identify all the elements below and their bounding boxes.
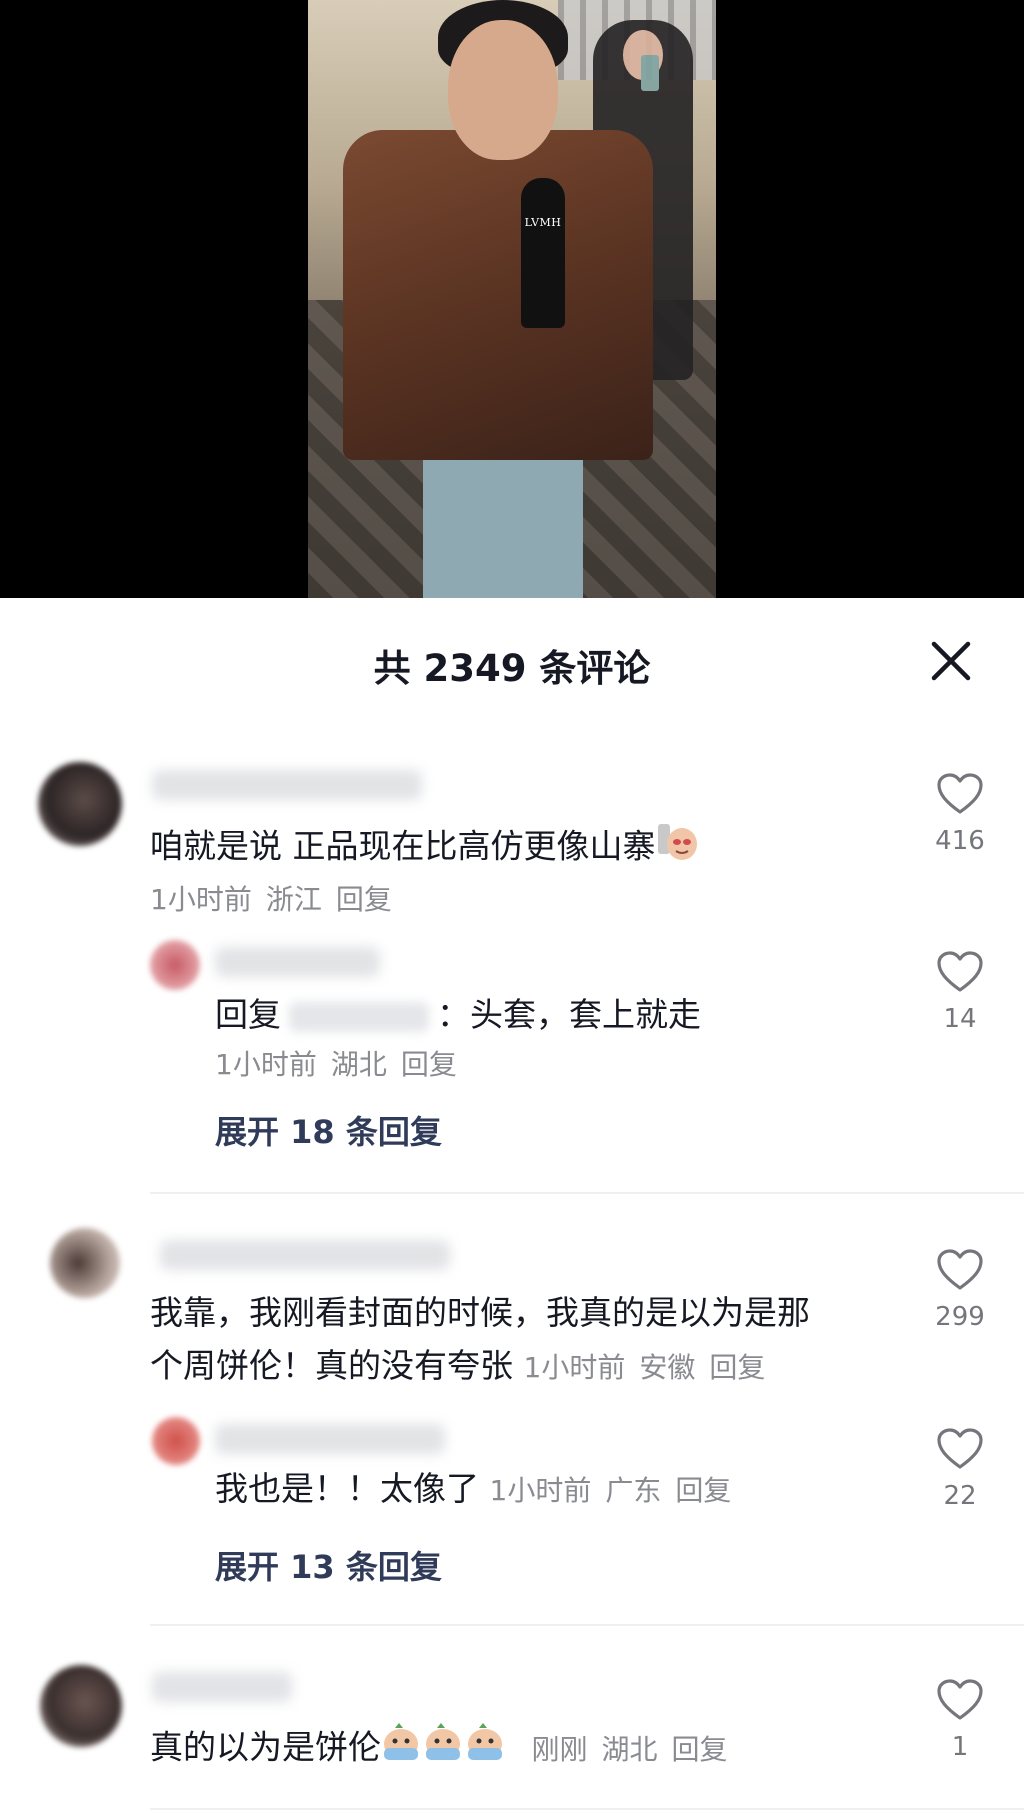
username-blurred[interactable] — [215, 947, 380, 977]
like-count: 22 — [943, 1481, 977, 1511]
reply-text: 回复 ：头套，套上就走 — [215, 990, 701, 1040]
like-count: 299 — [935, 1302, 985, 1332]
reply-link[interactable]: 回复 — [672, 1733, 728, 1766]
microphone: LVMH — [521, 178, 565, 328]
comment-body-line1: 我靠，我刚看封面的时候，我真的是以为是那 — [150, 1293, 810, 1332]
expand-replies-button[interactable]: 展开 18 条回复 — [215, 1107, 442, 1153]
heart-icon[interactable] — [936, 1678, 984, 1722]
like-count: 1 — [951, 1732, 969, 1762]
speaker-figure: LVMH — [343, 0, 653, 598]
reply-meta: 1小时前 广东 回复 — [490, 1474, 746, 1507]
username-blurred[interactable] — [160, 1240, 450, 1270]
like-count: 14 — [943, 1004, 977, 1034]
replied-username-blurred[interactable] — [289, 1001, 429, 1032]
heart-icon[interactable] — [936, 1248, 984, 1292]
username-blurred[interactable] — [152, 1672, 292, 1702]
sly-face-emoji — [656, 820, 698, 876]
comment-divider — [150, 1808, 1024, 1810]
reply-time: 1小时前 — [489, 1474, 592, 1507]
comment-time: 刚刚 — [531, 1732, 588, 1766]
reply-location: 湖北 — [330, 1048, 387, 1081]
like-button[interactable]: 1 — [930, 1678, 990, 1762]
video-player[interactable]: LVMH — [0, 0, 1024, 598]
reply-link[interactable]: 回复 — [401, 1048, 457, 1081]
comment-meta: 1小时前 浙江 回复 — [150, 878, 406, 918]
reply-body: 我也是！！太像了 — [215, 1469, 479, 1508]
video-frame: LVMH — [308, 0, 716, 598]
comments-count-title: 共 2349 条评论 — [373, 647, 651, 690]
like-button[interactable]: 299 — [930, 1248, 990, 1332]
reply-text: 我也是！！太像了 1小时前 广东 回复 — [215, 1464, 745, 1516]
comment-meta: 1小时前 安徽 回复 — [524, 1351, 780, 1384]
like-button[interactable]: 14 — [930, 950, 990, 1034]
reply-link[interactable]: 回复 — [336, 883, 392, 916]
comment-body: 咱就是说 正品现在比高仿更像山寨 — [150, 826, 656, 866]
reply-time: 1小时前 — [215, 1048, 317, 1081]
reply-location: 广东 — [605, 1474, 662, 1507]
expand-replies-button[interactable]: 展开 13 条回复 — [215, 1542, 442, 1588]
comment-body: 真的以为是饼伦 — [150, 1727, 381, 1767]
reply-body: ：头套，套上就走 — [437, 995, 701, 1034]
close-button[interactable] — [928, 638, 974, 684]
avatar[interactable] — [40, 1665, 122, 1747]
comment-text: 咱就是说 正品现在比高仿更像山寨 — [150, 820, 698, 876]
reply-link[interactable]: 回复 — [709, 1351, 765, 1384]
avatar[interactable] — [150, 940, 200, 990]
comment-time: 1小时前 — [150, 883, 252, 916]
reply-link[interactable]: 回复 — [675, 1474, 731, 1507]
comment-location: 安徽 — [639, 1351, 696, 1384]
username-blurred[interactable] — [152, 770, 422, 800]
comment-text-line2: 个周饼伦！真的没有夸张 1小时前 安徽 回复 — [150, 1341, 779, 1393]
comment-location: 湖北 — [601, 1732, 658, 1766]
avatar[interactable] — [50, 1228, 120, 1298]
microphone-brand-label: LVMH — [524, 216, 562, 229]
comment-time: 1小时前 — [523, 1351, 626, 1384]
like-button[interactable]: 22 — [930, 1427, 990, 1511]
close-icon[interactable] — [928, 638, 974, 684]
comment-meta: 刚刚 湖北 回复 — [532, 1733, 742, 1766]
reply-meta: 1小时前 湖北 回复 — [215, 1043, 471, 1083]
face — [448, 20, 558, 160]
comment-text: 真的以为是饼伦 刚刚 湖北 回复 — [150, 1722, 742, 1776]
heart-icon[interactable] — [936, 950, 984, 994]
like-button[interactable]: 416 — [930, 772, 990, 856]
brown-leather-jacket — [343, 130, 653, 460]
comments-header: 共 2349 条评论 — [0, 598, 1024, 728]
reply-prefix: 回复 — [215, 995, 281, 1034]
avatar[interactable] — [38, 762, 122, 846]
heart-icon[interactable] — [936, 1427, 984, 1471]
comment-divider — [150, 1192, 1024, 1194]
comment-location: 浙江 — [265, 883, 322, 916]
avatar[interactable] — [152, 1417, 200, 1465]
comment-divider — [150, 1624, 1024, 1626]
comment-body-line2: 个周饼伦！真的没有夸张 — [150, 1346, 513, 1385]
comment-text: 我靠，我刚看封面的时候，我真的是以为是那 — [150, 1288, 810, 1338]
username-blurred[interactable] — [215, 1424, 445, 1454]
like-count: 416 — [935, 826, 985, 856]
crying-emoji — [381, 1722, 507, 1776]
heart-icon[interactable] — [936, 772, 984, 816]
